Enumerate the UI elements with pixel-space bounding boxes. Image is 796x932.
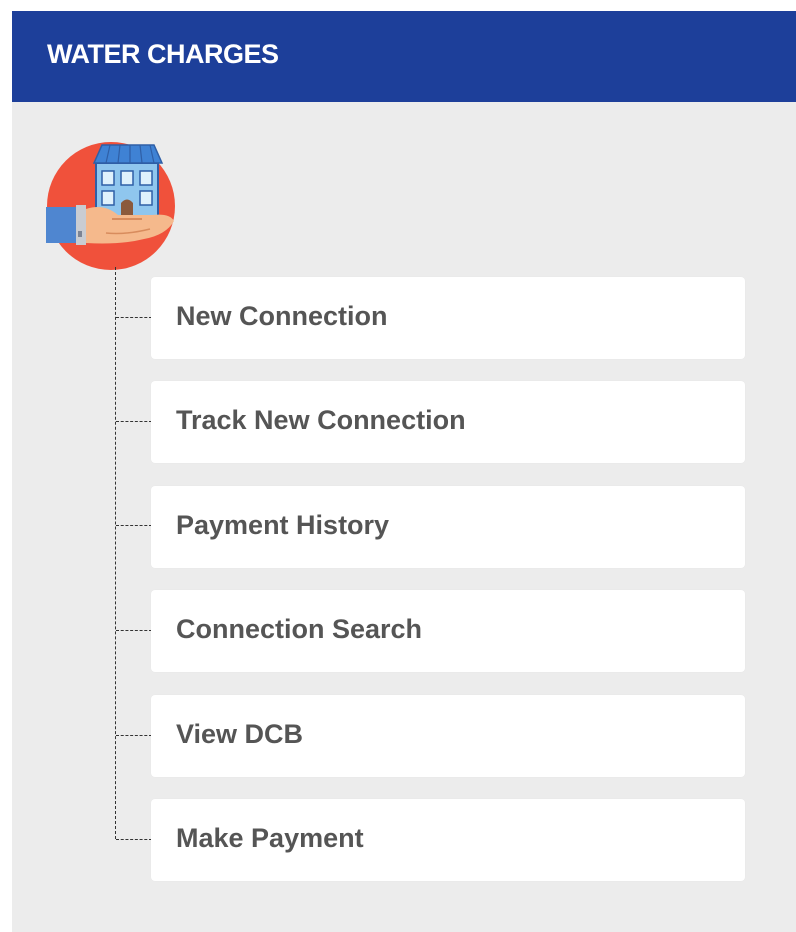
menu-item-label: Connection Search <box>176 614 423 644</box>
tree-branch <box>116 630 152 631</box>
menu-item-connection-search[interactable]: Connection Search <box>151 590 745 672</box>
menu-item-label: View DCB <box>176 719 304 749</box>
menu-item-label: Make Payment <box>176 823 364 853</box>
tree-branch <box>116 421 152 422</box>
tree-branch <box>116 735 152 736</box>
tree-connector-line <box>115 267 116 839</box>
menu-item-view-dcb[interactable]: View DCB <box>151 695 745 777</box>
tree-branch <box>116 317 152 318</box>
menu-item-payment-history[interactable]: Payment History <box>151 486 745 568</box>
water-charges-card: WATER CHARGES New Connection Track New C… <box>12 11 796 932</box>
hand-holding-building-icon <box>46 142 175 270</box>
card-title: WATER CHARGES <box>47 39 279 69</box>
menu-item-new-connection[interactable]: New Connection <box>151 277 745 359</box>
menu-item-track-new-connection[interactable]: Track New Connection <box>151 381 745 463</box>
menu-item-make-payment[interactable]: Make Payment <box>151 799 745 881</box>
card-header: WATER CHARGES <box>12 11 796 102</box>
menu-item-label: Payment History <box>176 510 390 540</box>
menu-item-label: New Connection <box>176 301 388 331</box>
tree-branch <box>116 525 152 526</box>
menu-item-label: Track New Connection <box>176 405 466 435</box>
tree-branch <box>116 839 152 840</box>
